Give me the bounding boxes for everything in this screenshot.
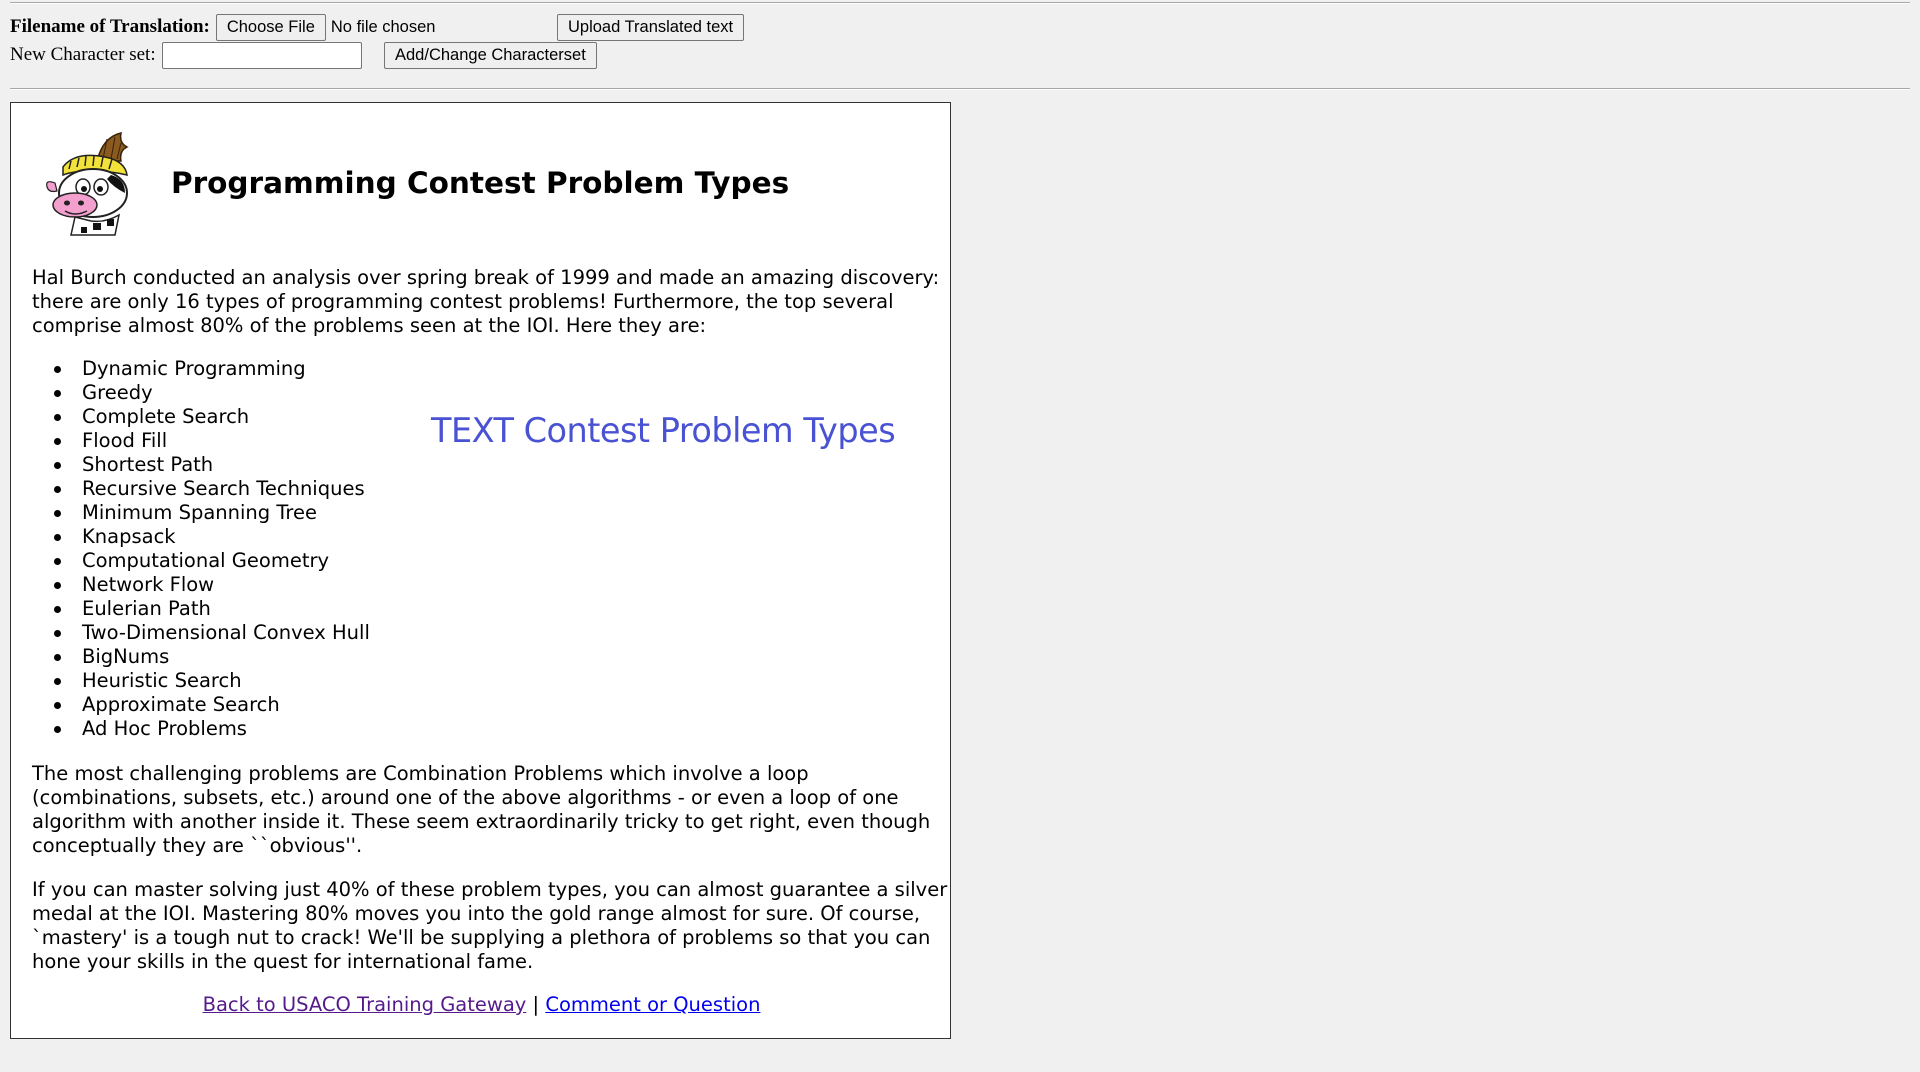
- list-item: Flood Fill: [54, 429, 370, 453]
- intro-paragraph: Hal Burch conducted an analysis over spr…: [32, 266, 940, 337]
- charset-row: New Character set:: [10, 41, 362, 69]
- translation-file-row: Filename of Translation: Choose File No …: [10, 13, 435, 41]
- mastery-paragraph: If you can master solving just 40% of th…: [32, 878, 948, 973]
- upload-translated-button[interactable]: Upload Translated text: [557, 14, 745, 41]
- list-item: BigNums: [54, 645, 370, 669]
- list-item: Complete Search: [54, 405, 370, 429]
- list-item: Ad Hoc Problems: [54, 717, 370, 741]
- list-item: Network Flow: [54, 573, 370, 597]
- list-item: Shortest Path: [54, 453, 370, 477]
- list-item: Two-Dimensional Convex Hull: [54, 621, 370, 644]
- form-divider: [10, 88, 1910, 90]
- combination-paragraph: The most challenging problems are Combin…: [32, 762, 931, 857]
- gateway-link[interactable]: Back to USACO Training Gateway: [203, 993, 527, 1016]
- list-item: Eulerian Path: [54, 597, 370, 621]
- problem-type-list: Dynamic Programming Greedy Complete Sear…: [32, 357, 370, 741]
- list-item: Computational Geometry: [54, 549, 370, 573]
- list-item: Approximate Search: [54, 693, 370, 717]
- overlay-heading-text: TEXT Contest Problem Types: [431, 411, 896, 450]
- link-separator: |: [532, 993, 540, 1016]
- charset-label: New Character set:: [10, 44, 156, 65]
- list-item: Greedy: [54, 381, 370, 405]
- comment-link[interactable]: Comment or Question: [545, 993, 760, 1016]
- list-item: Heuristic Search: [54, 669, 370, 693]
- change-charset-button[interactable]: Add/Change Characterset: [384, 42, 597, 69]
- page-title: Programming Contest Problem Types: [171, 166, 790, 200]
- charset-input[interactable]: [161, 41, 362, 69]
- cow-mascot-logo: [46, 132, 129, 236]
- filename-label: Filename of Translation:: [10, 16, 210, 37]
- list-item: Knapsack: [54, 525, 370, 549]
- footer-links: Back to USACO Training Gateway | Comment…: [11, 993, 952, 1017]
- list-item: Dynamic Programming: [54, 357, 370, 381]
- list-item: Minimum Spanning Tree: [54, 501, 370, 525]
- top-rule: [10, 2, 1910, 4]
- choose-file-button[interactable]: Choose File: [215, 13, 326, 41]
- list-item: Recursive Search Techniques: [54, 477, 370, 501]
- article-panel: Programming Contest Problem Types Hal Bu…: [10, 102, 951, 1039]
- file-status-text: No file chosen: [330, 17, 436, 36]
